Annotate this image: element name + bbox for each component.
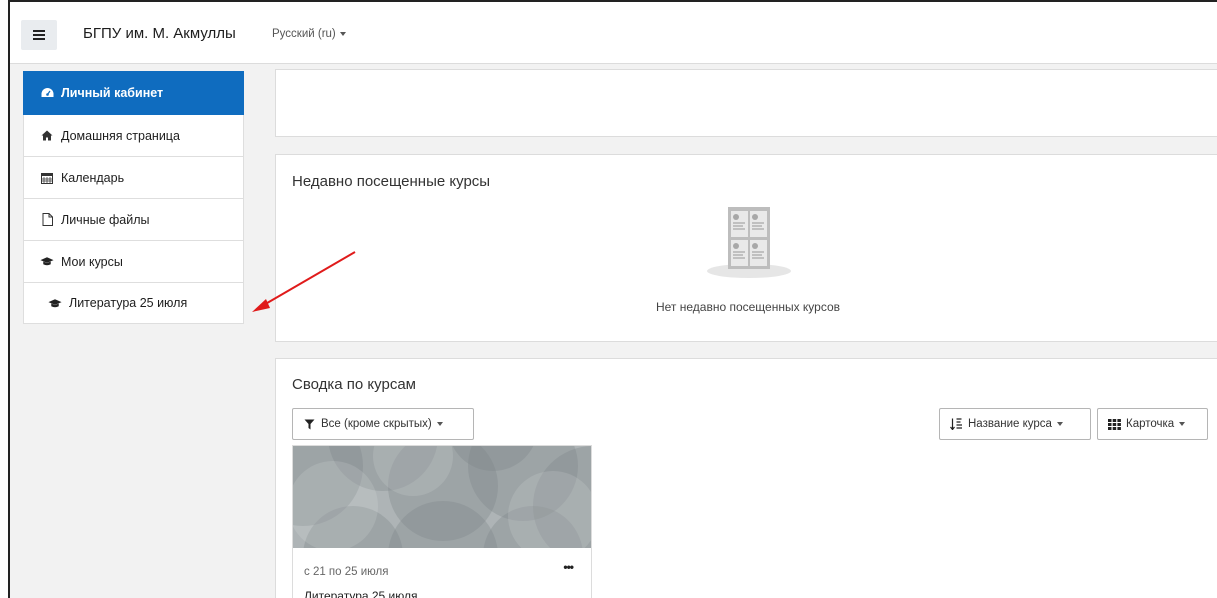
chevron-down-icon (436, 422, 443, 426)
course-overview-card: Сводка по курсам Все (кроме скрытых) Наз… (275, 358, 1217, 598)
home-icon (40, 130, 54, 142)
empty-courses-message: Нет недавно посещенных курсов (655, 300, 841, 314)
menu-toggle-button[interactable] (21, 20, 57, 50)
sidebar-item-home[interactable]: Домашняя страница (23, 115, 244, 157)
course-card[interactable]: с 21 по 25 июля ••• Литература 25 июля (292, 445, 592, 598)
course-view-dropdown[interactable]: Карточка (1097, 408, 1208, 440)
sidebar-item-dashboard[interactable]: Личный кабинет (23, 71, 244, 115)
sidebar-item-private-files[interactable]: Личные файлы (23, 199, 244, 241)
course-dates: с 21 по 25 июля (304, 566, 389, 578)
sidebar-item-label: Календарь (61, 170, 125, 185)
course-name-link[interactable]: Литература 25 июля (304, 589, 418, 598)
course-actions-menu[interactable]: ••• (563, 560, 574, 574)
file-icon (40, 213, 54, 226)
empty-block-card (275, 69, 1217, 137)
language-menu[interactable]: Русский (ru) (272, 28, 346, 40)
calendar-icon (40, 172, 54, 184)
top-navbar: БГПУ им. М. Акмуллы Русский (ru) (10, 2, 1217, 64)
left-sidebar: Личный кабинет Домашняя страница Календа… (23, 71, 244, 324)
view-label: Карточка (1126, 418, 1175, 430)
browser-frame: БГПУ им. М. Акмуллы Русский (ru) Личный … (8, 0, 1217, 598)
graduation-cap-icon (40, 256, 54, 268)
sidebar-item-label: Личный кабинет (61, 86, 164, 100)
chevron-down-icon (1179, 422, 1186, 426)
course-image[interactable] (293, 446, 591, 548)
sidebar-item-label: Литература 25 июля (69, 296, 188, 310)
chevron-down-icon (339, 32, 346, 36)
recent-courses-title: Недавно посещенные курсы (292, 173, 491, 190)
language-label: Русский (ru) (272, 28, 336, 40)
sort-label: Название курса (968, 418, 1052, 430)
sidebar-item-course-literature[interactable]: Литература 25 июля (23, 283, 244, 324)
sidebar-item-label: Личные файлы (61, 212, 150, 227)
sidebar-item-label: Домашняя страница (61, 128, 180, 143)
dashboard-icon (40, 87, 54, 99)
sidebar-item-calendar[interactable]: Календарь (23, 157, 244, 199)
empty-courses-illustration (706, 205, 792, 281)
course-filter-dropdown[interactable]: Все (кроме скрытых) (292, 408, 474, 440)
graduation-cap-icon (48, 297, 62, 309)
hamburger-icon (33, 30, 45, 40)
site-name[interactable]: БГПУ им. М. Акмуллы (83, 25, 236, 42)
sidebar-item-my-courses[interactable]: Мои курсы (23, 241, 244, 283)
sidebar-item-label: Мои курсы (61, 254, 123, 269)
course-overview-title: Сводка по курсам (292, 376, 416, 393)
grid-view-icon (1107, 418, 1121, 430)
recent-courses-card: Недавно посещенные курсы Нет недавно пос… (275, 154, 1217, 342)
filter-icon (302, 418, 316, 430)
filter-label: Все (кроме скрытых) (321, 418, 432, 430)
course-sort-dropdown[interactable]: Название курса (939, 408, 1091, 440)
chevron-down-icon (1056, 422, 1063, 426)
sort-alpha-icon (949, 418, 963, 430)
